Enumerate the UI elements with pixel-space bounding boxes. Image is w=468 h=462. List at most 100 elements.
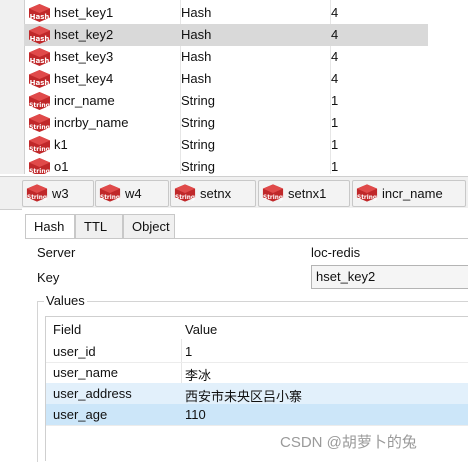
svg-text:String: String (29, 168, 50, 174)
key-name-field[interactable]: hset_key2 (311, 265, 468, 289)
key-name: k1 (54, 137, 68, 152)
tab-label: w4 (125, 186, 142, 201)
row-field: user_age (53, 407, 108, 422)
row-field: user_name (53, 365, 119, 380)
tab-setnx1[interactable]: String setnx1 (258, 180, 350, 207)
row-value: 1 (185, 344, 193, 359)
tab-w3[interactable]: String w3 (22, 180, 94, 207)
key-size: 1 (331, 93, 339, 108)
key-row-incrby_name[interactable]: String incrby_name String 1 (24, 112, 428, 134)
row-value: 110 (185, 407, 206, 422)
hash-key-icon: Hash (29, 70, 50, 88)
subtab-hash[interactable]: Hash (25, 214, 75, 239)
svg-text:String: String (263, 195, 283, 201)
server-label: Server (37, 245, 76, 260)
svg-text:String: String (29, 102, 50, 109)
key-type: Hash (181, 71, 212, 86)
hash-key-icon: Hash (29, 4, 50, 22)
subtab-label: Object (132, 219, 170, 234)
watermark: CSDN @胡萝卜的兔 (280, 434, 417, 451)
key-row-hset_key3[interactable]: Hash hset_key3 Hash 4 (24, 46, 428, 68)
row-value: 西安市未央区吕小寨 (185, 389, 303, 404)
svg-text:Hash: Hash (30, 57, 50, 65)
svg-text:String: String (29, 124, 50, 131)
key-size: 1 (331, 115, 339, 130)
key-row-hset_key2[interactable]: Hash hset_key2 Hash 4 (24, 24, 428, 46)
tab-label: w3 (52, 186, 69, 201)
tab-label: setnx1 (288, 186, 327, 201)
string-key-icon: String (26, 184, 48, 202)
key-row-incr_name[interactable]: String incr_name String 1 (24, 90, 428, 112)
svg-text:Hash: Hash (30, 35, 50, 43)
key-type: Hash (181, 49, 212, 64)
table-row[interactable]: user_address 西安市未央区吕小寨 (46, 383, 468, 405)
key-size: 1 (331, 159, 339, 174)
table-row[interactable]: user_id 1 (46, 341, 468, 363)
key-size: 4 (331, 49, 339, 64)
key-name: o1 (54, 159, 69, 174)
key-size: 4 (331, 27, 339, 42)
string-key-icon: String (356, 184, 378, 202)
column-header-field[interactable]: Field (53, 322, 81, 337)
row-value: 李冰 (185, 368, 212, 383)
tab-label: setnx (200, 186, 232, 201)
key-type: String (181, 159, 215, 174)
key-row-o1[interactable]: String o1 String 1 (24, 156, 428, 174)
table-row-selected[interactable]: user_age 110 (46, 404, 468, 426)
key-list: Hash hset_key1 Hash 4 Hash hset_key2 Has… (0, 0, 468, 174)
key-row-hset_key1[interactable]: Hash hset_key1 Hash 4 (24, 2, 428, 24)
tab-label: incr_name (382, 186, 443, 201)
key-type: String (181, 93, 215, 108)
key-size: 4 (331, 5, 339, 20)
subtab-ttl[interactable]: TTL (75, 214, 123, 238)
key-name-value: hset_key2 (316, 269, 376, 284)
tab-setnx[interactable]: String setnx (170, 180, 256, 207)
table-header: Field Value (46, 317, 468, 339)
hash-key-icon: Hash (29, 26, 50, 44)
string-key-icon: String (262, 184, 284, 202)
key-row-hset_key4[interactable]: Hash hset_key4 Hash 4 (24, 68, 428, 90)
key-label: Key (37, 270, 60, 285)
key-type: Hash (181, 27, 212, 42)
hash-key-icon: Hash (29, 48, 50, 66)
subtab-label: TTL (84, 219, 108, 234)
key-type: String (181, 137, 215, 152)
string-key-icon: String (99, 184, 121, 202)
key-name: incr_name (54, 93, 115, 108)
row-field: user_id (53, 344, 96, 359)
string-key-icon: String (29, 136, 50, 154)
key-name: hset_key3 (54, 49, 114, 64)
svg-text:String: String (100, 195, 120, 201)
key-row-k1[interactable]: String k1 String 1 (24, 134, 428, 156)
key-name: hset_key4 (54, 71, 114, 86)
string-key-icon: String (174, 184, 196, 202)
subtab-divider (25, 238, 468, 239)
string-key-icon: String (29, 114, 50, 132)
string-key-icon: String (29, 92, 50, 110)
string-key-icon: String (29, 158, 50, 174)
subtab-object[interactable]: Object (123, 214, 175, 238)
values-group-title: Values (44, 293, 87, 308)
key-name: incrby_name (54, 115, 129, 130)
key-size: 4 (331, 71, 339, 86)
server-value: loc-redis (311, 245, 361, 260)
tab-incr_name[interactable]: String incr_name (352, 180, 466, 207)
key-name: hset_key1 (54, 5, 114, 20)
svg-text:String: String (357, 195, 377, 201)
tab-w4[interactable]: String w4 (95, 180, 169, 207)
key-type: Hash (181, 5, 212, 20)
subtab-label: Hash (34, 219, 65, 234)
table-row[interactable]: user_name 李冰 (46, 362, 468, 384)
open-keys-tab-bar: String w3 String w4 String setnx String … (0, 176, 468, 210)
key-list-gutter (0, 0, 25, 174)
key-size: 1 (331, 137, 339, 152)
svg-text:Hash: Hash (30, 79, 50, 87)
key-name: hset_key2 (54, 27, 114, 42)
svg-text:String: String (29, 146, 50, 153)
svg-text:Hash: Hash (30, 13, 50, 21)
column-header-value[interactable]: Value (185, 322, 217, 337)
svg-text:String: String (27, 195, 47, 201)
svg-text:String: String (175, 195, 195, 201)
row-field: user_address (53, 386, 132, 401)
key-type: String (181, 115, 215, 130)
